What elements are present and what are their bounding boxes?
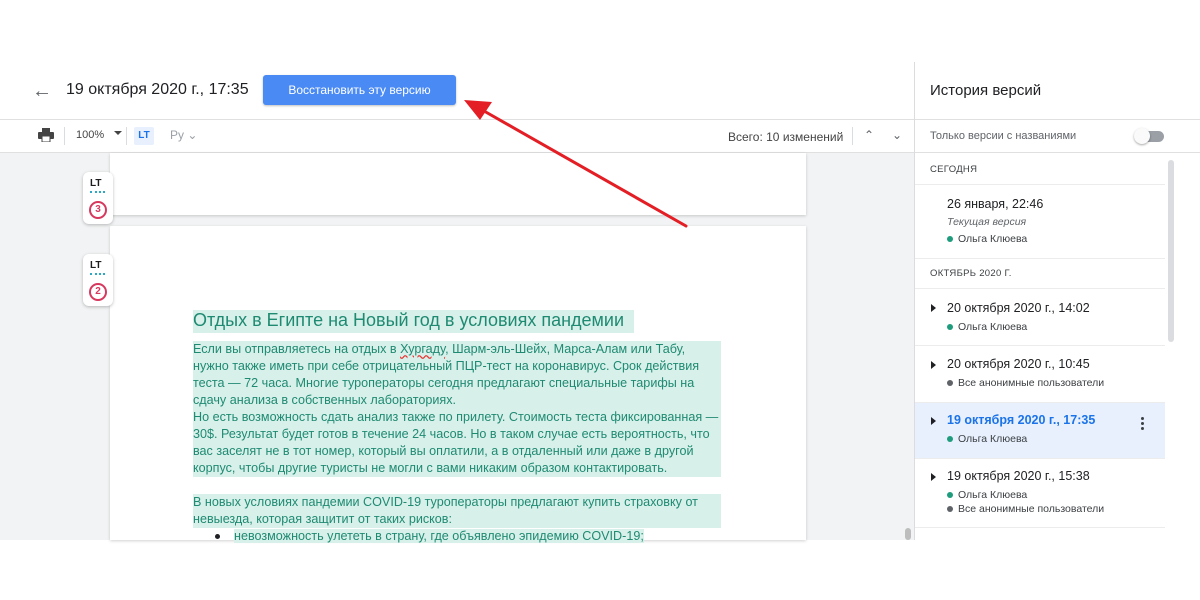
expand-arrow-icon[interactable] bbox=[931, 304, 936, 312]
expand-arrow-icon[interactable] bbox=[931, 361, 936, 369]
panel-divider bbox=[915, 152, 1200, 153]
panel-divider bbox=[915, 119, 1200, 120]
version-item[interactable]: 19 октября 2020 г., 15:38 Ольга Клюева В… bbox=[915, 459, 1165, 527]
more-vert-icon[interactable] bbox=[1141, 417, 1145, 432]
version-user: Ольга Клюева bbox=[947, 321, 1027, 333]
wave-icon bbox=[90, 271, 105, 275]
user-name: Все анонимные пользователи bbox=[958, 503, 1105, 515]
panel-title: История версий bbox=[930, 82, 1042, 99]
toolbar-separator bbox=[852, 127, 853, 145]
language-label: Ру bbox=[170, 128, 185, 142]
misspelled-word[interactable]: Хургаду bbox=[400, 342, 445, 356]
version-item[interactable]: 20 октября 2020 г., 14:02 Ольга Клюева bbox=[915, 289, 1165, 345]
back-arrow-icon[interactable]: ← bbox=[32, 81, 52, 101]
list-item: невозможность улететь в страну, где объя… bbox=[215, 528, 733, 545]
zoom-select[interactable]: 100% bbox=[76, 129, 104, 141]
language-select[interactable]: Ру ⌄ bbox=[170, 128, 197, 142]
lt-label: LT bbox=[90, 260, 102, 271]
version-item-current[interactable]: 26 января, 22:46 Текущая версия Ольга Кл… bbox=[915, 185, 1165, 257]
wave-icon bbox=[90, 189, 105, 193]
list-item-text: невозможность улететь в страну, где объя… bbox=[234, 529, 644, 543]
section-header-october: Октябрь 2020 г. bbox=[930, 268, 1012, 279]
version-divider bbox=[915, 258, 1165, 259]
user-name: Все анонимные пользователи bbox=[958, 377, 1105, 389]
user-color-dot bbox=[947, 380, 953, 387]
named-versions-label: Только версии с названиями bbox=[930, 130, 1077, 142]
document-page bbox=[110, 153, 806, 215]
version-time: 20 октября 2020 г., 14:02 bbox=[947, 301, 1090, 315]
panel-scrollbar[interactable] bbox=[1168, 160, 1174, 342]
version-user: Ольга Клюева bbox=[947, 233, 1027, 245]
issue-count-badge: 3 bbox=[89, 201, 107, 219]
total-changes: Всего: 10 изменений bbox=[728, 130, 844, 144]
toolbar-separator bbox=[126, 127, 127, 145]
version-subtitle: Текущая версия bbox=[947, 216, 1027, 228]
section-header-today: Сегодня bbox=[930, 164, 978, 175]
issue-count-badge: 2 bbox=[89, 283, 107, 301]
expand-arrow-icon[interactable] bbox=[931, 417, 936, 425]
version-title: 19 октября 2020 г., 17:35 bbox=[66, 81, 249, 98]
version-time: 19 октября 2020 г., 15:38 bbox=[947, 469, 1090, 483]
chevron-down-icon[interactable]: ⌄ bbox=[892, 128, 902, 142]
expand-arrow-icon[interactable] bbox=[931, 473, 936, 481]
restore-version-button[interactable]: Восстановить эту версию bbox=[263, 75, 456, 105]
bullet-icon bbox=[215, 534, 220, 540]
user-color-dot bbox=[947, 324, 953, 331]
named-versions-toggle[interactable] bbox=[1134, 128, 1164, 144]
document-scrollbar[interactable] bbox=[905, 528, 911, 540]
lt-label: LT bbox=[90, 178, 102, 189]
chevron-up-icon[interactable]: ⌃ bbox=[864, 128, 874, 142]
version-item[interactable]: 20 октября 2020 г., 10:45 Все анонимные … bbox=[915, 346, 1165, 402]
chevron-down-icon[interactable] bbox=[114, 131, 122, 135]
version-divider bbox=[915, 527, 1165, 528]
version-time: 26 января, 22:46 bbox=[947, 197, 1044, 211]
toolbar-separator bbox=[64, 127, 65, 145]
languagetool-icon[interactable]: LT bbox=[134, 127, 154, 145]
paragraph: В новых условиях пандемии COVID-19 туроп… bbox=[193, 494, 721, 528]
user-name: Ольга Клюева bbox=[958, 321, 1028, 333]
version-user: Ольга Клюева bbox=[947, 489, 1027, 501]
version-user: Все анонимные пользователи bbox=[947, 377, 1104, 389]
document-heading: Отдых в Египте на Новый год в условиях п… bbox=[193, 310, 635, 333]
languagetool-badge[interactable]: LT 2 bbox=[83, 254, 113, 306]
version-user: Все анонимные пользователи bbox=[947, 503, 1104, 515]
user-color-dot bbox=[947, 492, 953, 499]
user-name: Ольга Клюева bbox=[958, 489, 1028, 501]
paragraph: Но есть возможность сдать анализ также п… bbox=[193, 409, 721, 477]
user-name: Ольга Клюева bbox=[958, 433, 1028, 445]
user-color-dot bbox=[947, 506, 953, 513]
document-body[interactable]: Отдых в Египте на Новый год в условиях п… bbox=[193, 310, 733, 545]
user-color-dot bbox=[947, 236, 953, 243]
user-color-dot bbox=[947, 436, 953, 443]
print-icon[interactable] bbox=[38, 128, 54, 142]
version-item-selected[interactable]: 19 октября 2020 г., 17:35 Ольга Клюева bbox=[915, 403, 1165, 458]
paragraph: Если вы отправляетесь на отдых в Хургаду… bbox=[193, 341, 721, 409]
version-time: 19 октября 2020 г., 17:35 bbox=[947, 413, 1096, 427]
user-name: Ольга Клюева bbox=[958, 233, 1028, 245]
version-user: Ольга Клюева bbox=[947, 433, 1027, 445]
version-time: 20 октября 2020 г., 10:45 bbox=[947, 357, 1090, 371]
languagetool-badge[interactable]: LT 3 bbox=[83, 172, 113, 224]
paragraph-text: Если вы отправляетесь на отдых в bbox=[193, 342, 401, 356]
